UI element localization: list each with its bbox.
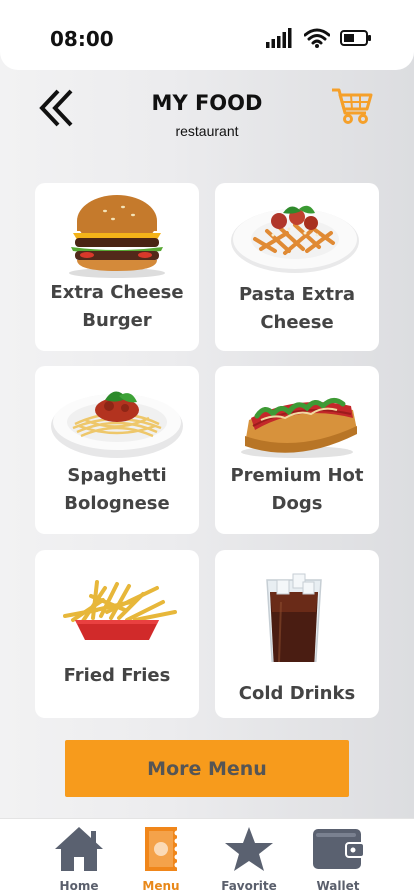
menu-card-drinks[interactable]: Cold Drinks (215, 550, 379, 718)
nav-label: Home (59, 879, 99, 893)
menu-card-label: Extra Cheese Burger (50, 282, 184, 331)
menu-card-label: Spaghetti Bolognese (64, 465, 170, 514)
nav-item-home[interactable]: Home (39, 825, 119, 895)
cart-icon (332, 88, 373, 124)
fries-image (63, 580, 177, 640)
wifi-icon (304, 28, 330, 48)
more-menu-button[interactable]: More Menu (65, 740, 349, 797)
star-icon (225, 827, 273, 871)
menu-card-spaghetti[interactable]: Spaghetti Bolognese (35, 366, 199, 534)
menu-card-hotdog[interactable]: Premium Hot Dogs (215, 366, 379, 534)
nav-label: Menu (142, 879, 180, 893)
menu-icon (145, 827, 180, 871)
menu-card-label: Cold Drinks (238, 683, 356, 704)
cart-button[interactable] (330, 84, 374, 128)
menu-card-pasta[interactable]: Pasta Extra Cheese (215, 183, 379, 351)
nav-item-favorite[interactable]: Favorite (209, 825, 289, 895)
status-icons (266, 28, 372, 48)
nav-label: Wallet (316, 879, 360, 893)
menu-card-label: Premium Hot Dogs (230, 465, 364, 514)
wallet-icon (313, 829, 365, 869)
menu-card-label: Pasta Extra Cheese (238, 284, 356, 333)
burger-image (69, 195, 165, 278)
status-bar: 08:00 (0, 0, 414, 70)
battery-icon (340, 30, 371, 46)
hotdog-image (241, 398, 357, 458)
drink-image (266, 573, 322, 662)
menu-card-burger[interactable]: Extra Cheese Burger (35, 183, 199, 351)
menu-card-fries[interactable]: Fried Fries (35, 550, 199, 718)
nav-item-wallet[interactable]: Wallet (298, 825, 378, 895)
status-time: 08:00 (50, 27, 114, 51)
bottom-nav: Home Menu Favorite Wallet (0, 818, 414, 896)
nav-item-menu[interactable]: Menu (121, 825, 201, 895)
pasta-image (231, 205, 359, 273)
spaghetti-image (51, 391, 183, 458)
menu-card-label: Fried Fries (63, 665, 171, 686)
header: MY FOOD restaurant (0, 70, 414, 160)
nav-label: Favorite (221, 879, 277, 893)
home-icon (55, 827, 103, 871)
signal-icon (266, 28, 292, 48)
